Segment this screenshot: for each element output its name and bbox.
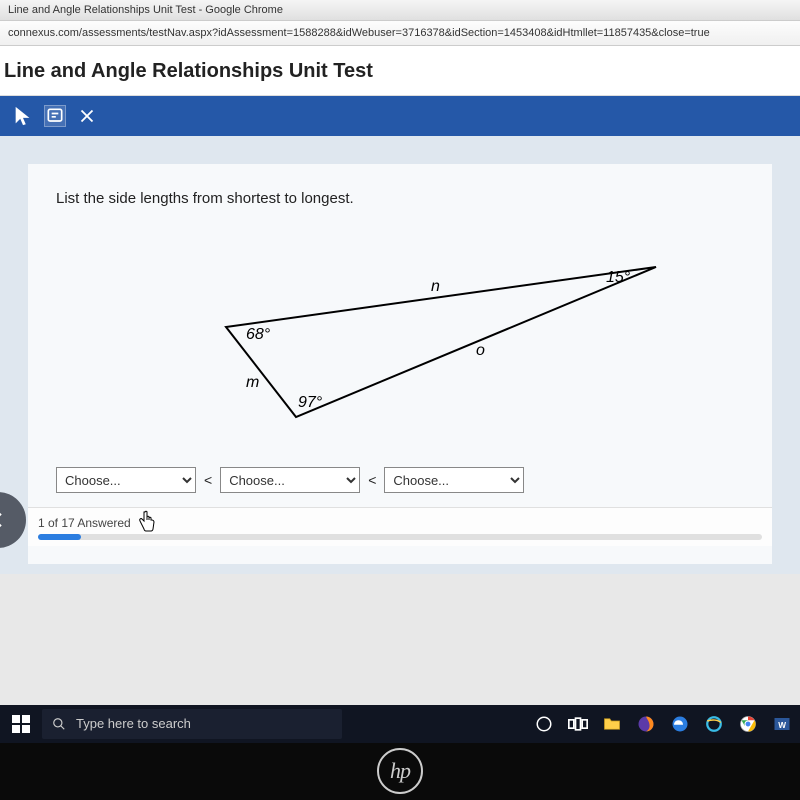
content-area: List the side lengths from shortest to l… [0, 136, 800, 574]
angle-right-label: 15° [606, 269, 631, 286]
answer-row: Choose... < Choose... < Choose... [56, 467, 744, 493]
edge-legacy-icon[interactable] [668, 712, 692, 736]
taskbar-tray: W [532, 712, 794, 736]
page-title: Line and Angle Relationships Unit Test [0, 46, 800, 96]
chrome-icon[interactable] [736, 712, 760, 736]
close-icon[interactable] [76, 105, 98, 127]
search-icon [52, 717, 66, 731]
word-icon[interactable]: W [770, 712, 794, 736]
choose-second[interactable]: Choose... [220, 467, 360, 493]
side-o-label: o [476, 342, 485, 359]
pointer-icon[interactable] [12, 105, 34, 127]
window-title: Line and Angle Relationships Unit Test -… [0, 0, 800, 21]
angle-left-label: 68° [246, 326, 271, 343]
choose-third[interactable]: Choose... [384, 467, 524, 493]
less-than-2: < [368, 472, 376, 488]
question-prompt: List the side lengths from shortest to l… [56, 190, 744, 207]
hp-logo: hp [377, 748, 423, 794]
task-view-icon[interactable] [566, 712, 590, 736]
firefox-icon[interactable] [634, 712, 658, 736]
choose-first[interactable]: Choose... [56, 467, 196, 493]
side-m-label: m [246, 374, 259, 391]
svg-text:W: W [778, 721, 786, 730]
file-explorer-icon[interactable] [600, 712, 624, 736]
less-than-1: < [204, 472, 212, 488]
laptop-bezel: hp [0, 743, 800, 800]
ie-icon[interactable] [702, 712, 726, 736]
progress-bar [38, 534, 762, 540]
windows-taskbar: Type here to search W [0, 705, 800, 743]
taskbar-search[interactable]: Type here to search [42, 709, 342, 739]
note-icon[interactable] [44, 105, 66, 127]
cortana-icon[interactable] [532, 712, 556, 736]
progress-text: 1 of 17 Answered [38, 516, 762, 530]
prev-question-button[interactable] [0, 492, 26, 548]
question-card: List the side lengths from shortest to l… [28, 164, 772, 564]
progress-area: 1 of 17 Answered [28, 507, 772, 546]
url-bar[interactable]: connexus.com/assessments/testNav.aspx?id… [0, 21, 800, 46]
triangle-figure: 68° 97° 15° m n o [56, 227, 744, 447]
progress-fill [38, 534, 81, 540]
angle-bottom-label: 97° [298, 394, 323, 411]
assessment-toolbar [0, 96, 800, 136]
search-placeholder: Type here to search [76, 716, 191, 731]
start-button[interactable] [6, 709, 36, 739]
side-n-label: n [431, 278, 440, 295]
